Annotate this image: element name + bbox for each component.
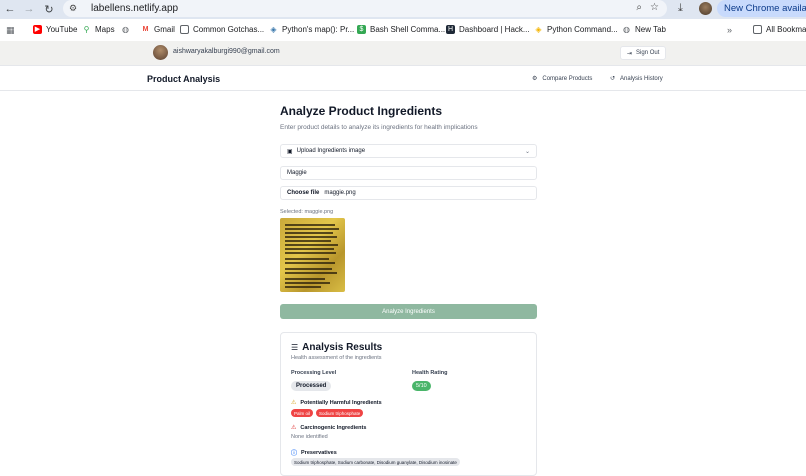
hackerrank-icon: H bbox=[446, 25, 455, 34]
star-icon[interactable]: ☆ bbox=[650, 2, 659, 13]
sign-out-button[interactable]: ⇥ Sign Out bbox=[620, 46, 667, 60]
browser-toolbar: ← → ↻ ⚙ labellens.netlify.app ⌕ ☆ ⤓ New … bbox=[0, 0, 806, 19]
back-icon[interactable]: ← bbox=[0, 1, 20, 17]
gmail-icon: M bbox=[142, 26, 149, 33]
label-text-line bbox=[285, 252, 336, 254]
bookmark-globe[interactable]: ◍ bbox=[121, 25, 130, 34]
bookmark-bash-shell[interactable]: $ Bash Shell Comma... bbox=[357, 25, 445, 34]
globe-icon: ◍ bbox=[623, 25, 630, 34]
bookmark-python-command[interactable]: ◈ Python Command... bbox=[534, 25, 617, 34]
harmful-chip: Sodium triphosphate bbox=[316, 409, 364, 417]
sign-out-icon: ⇥ bbox=[627, 50, 633, 57]
user-bar: aishwaryakalburgi990@gmail.com ⇥ Sign Ou… bbox=[0, 41, 806, 66]
address-bar[interactable]: ⚙ labellens.netlify.app ⌕ ☆ bbox=[63, 0, 667, 17]
python-icon: ◈ bbox=[270, 25, 277, 34]
bookmark-dashboard-hack[interactable]: H Dashboard | Hack... bbox=[446, 25, 530, 34]
bookmark-new-tab[interactable]: ◍ New Tab bbox=[622, 25, 666, 34]
profile-avatar-icon[interactable] bbox=[699, 2, 712, 15]
label-text-line bbox=[285, 224, 335, 226]
health-rating-badge: 5/10 bbox=[412, 381, 431, 391]
bookmarks-overflow-icon[interactable]: » bbox=[727, 25, 732, 35]
label-text-line bbox=[285, 244, 338, 246]
compare-icon: ⚙ bbox=[532, 76, 538, 82]
youtube-icon: ▶ bbox=[33, 25, 42, 34]
bookmark-youtube[interactable]: ▶ YouTube bbox=[33, 25, 77, 34]
product-name-input[interactable]: Maggie bbox=[280, 166, 537, 180]
label-text-line bbox=[285, 262, 335, 264]
harmful-ingredients-list: Palm oil Sodium triphosphate bbox=[291, 409, 364, 417]
label-text-line bbox=[285, 232, 333, 234]
page-subtitle: Enter product details to analyze its ing… bbox=[280, 124, 478, 131]
ingredients-image-preview bbox=[280, 218, 345, 292]
preservatives-chip: Sodium triphosphate, Sodium carbonate, D… bbox=[291, 458, 460, 466]
bookmarks-bar: ▦ ▶ YouTube ⚲ Maps ◍ M Gmail Common Gotchas… bbox=[0, 22, 806, 40]
bookmark-maps[interactable]: ⚲ Maps bbox=[82, 25, 115, 34]
label-text-line bbox=[285, 248, 334, 250]
processing-level-label: Processing Level bbox=[291, 370, 337, 376]
all-bookmarks-button[interactable]: All Bookmar bbox=[753, 25, 806, 34]
choose-file-button[interactable]: Choose file bbox=[287, 190, 319, 196]
carcinogenic-value: None identified bbox=[291, 434, 328, 440]
forward-icon[interactable]: → bbox=[19, 1, 39, 17]
history-icon: ↺ bbox=[610, 76, 616, 82]
label-text-line bbox=[285, 282, 330, 284]
folder-icon bbox=[753, 25, 762, 34]
file-name: maggie.png bbox=[324, 190, 356, 196]
user-email: aishwaryakalburgi990@gmail.com bbox=[173, 48, 280, 55]
chrome-update-button[interactable]: New Chrome available bbox=[717, 0, 806, 17]
health-rating-label: Health Rating bbox=[412, 370, 448, 376]
label-text-line bbox=[285, 236, 337, 238]
url-text[interactable]: labellens.netlify.app bbox=[91, 3, 178, 14]
label-text-line bbox=[285, 278, 325, 280]
image-icon: ▣ bbox=[287, 148, 293, 155]
file-input[interactable]: Choose file maggie.png bbox=[280, 186, 537, 200]
doc-icon bbox=[180, 25, 189, 34]
python-icon: ◈ bbox=[535, 25, 542, 34]
label-text-line bbox=[285, 240, 331, 242]
sliders-icon: ☰ bbox=[291, 343, 299, 352]
bash-icon: $ bbox=[357, 25, 366, 34]
carcinogenic-ingredients-heading: ⚠ Carcinogenic Ingredients bbox=[291, 424, 367, 432]
globe-icon: ◍ bbox=[122, 25, 129, 34]
processing-level-badge: Processed bbox=[291, 381, 332, 391]
results-title: ☰ Analysis Results bbox=[291, 342, 383, 353]
label-text-line bbox=[285, 272, 337, 274]
harmful-ingredients-heading: ⚠ Potentially Harmful Ingredients bbox=[291, 399, 382, 407]
results-subtitle: Health assessment of the ingredients bbox=[291, 355, 382, 361]
page-title: Analyze Product Ingredients bbox=[280, 104, 443, 118]
warning-icon: ⚠ bbox=[291, 400, 297, 406]
bookmark-python-map[interactable]: ◈ Python's map(): Pr... bbox=[269, 25, 354, 34]
label-text-line bbox=[285, 228, 339, 230]
compare-products-link[interactable]: ⚙ Compare Products bbox=[532, 75, 592, 83]
apps-grid-icon[interactable]: ▦ bbox=[6, 25, 15, 36]
reload-icon[interactable]: ↻ bbox=[39, 1, 59, 17]
alert-triangle-icon: ⚠ bbox=[291, 425, 297, 431]
bookmark-common-gotchas[interactable]: Common Gotchas... bbox=[180, 25, 264, 34]
download-icon[interactable]: ⤓ bbox=[678, 2, 683, 15]
selected-file-text: Selected: maggie.png bbox=[280, 209, 334, 215]
upload-method-select[interactable]: ▣ Upload Ingredients image ⌄ bbox=[280, 144, 537, 158]
bookmark-gmail[interactable]: M Gmail bbox=[141, 25, 175, 34]
info-icon: ⓘ bbox=[291, 451, 298, 457]
chevron-down-icon: ⌄ bbox=[524, 149, 530, 155]
analyze-ingredients-button[interactable]: Analyze Ingredients bbox=[280, 304, 537, 319]
harmful-chip: Palm oil bbox=[291, 409, 314, 417]
analysis-results-card: ☰ Analysis Results Health assessment of … bbox=[280, 332, 537, 476]
app-navigation: Product Analysis ⚙ Compare Products ↺ An… bbox=[0, 67, 806, 91]
avatar bbox=[153, 45, 168, 60]
label-text-line bbox=[285, 258, 329, 260]
maps-icon: ⚲ bbox=[83, 25, 90, 34]
label-text-line bbox=[285, 286, 321, 288]
preservatives-list: Sodium triphosphate, Sodium carbonate, D… bbox=[291, 458, 460, 466]
analysis-history-link[interactable]: ↺ Analysis History bbox=[610, 75, 663, 83]
site-info-icon[interactable]: ⚙ bbox=[69, 3, 85, 14]
label-text-line bbox=[285, 268, 332, 270]
brand-title[interactable]: Product Analysis bbox=[147, 74, 220, 84]
zoom-icon[interactable]: ⌕ bbox=[636, 2, 642, 13]
preservatives-heading: ⓘ Preservatives bbox=[291, 449, 337, 458]
